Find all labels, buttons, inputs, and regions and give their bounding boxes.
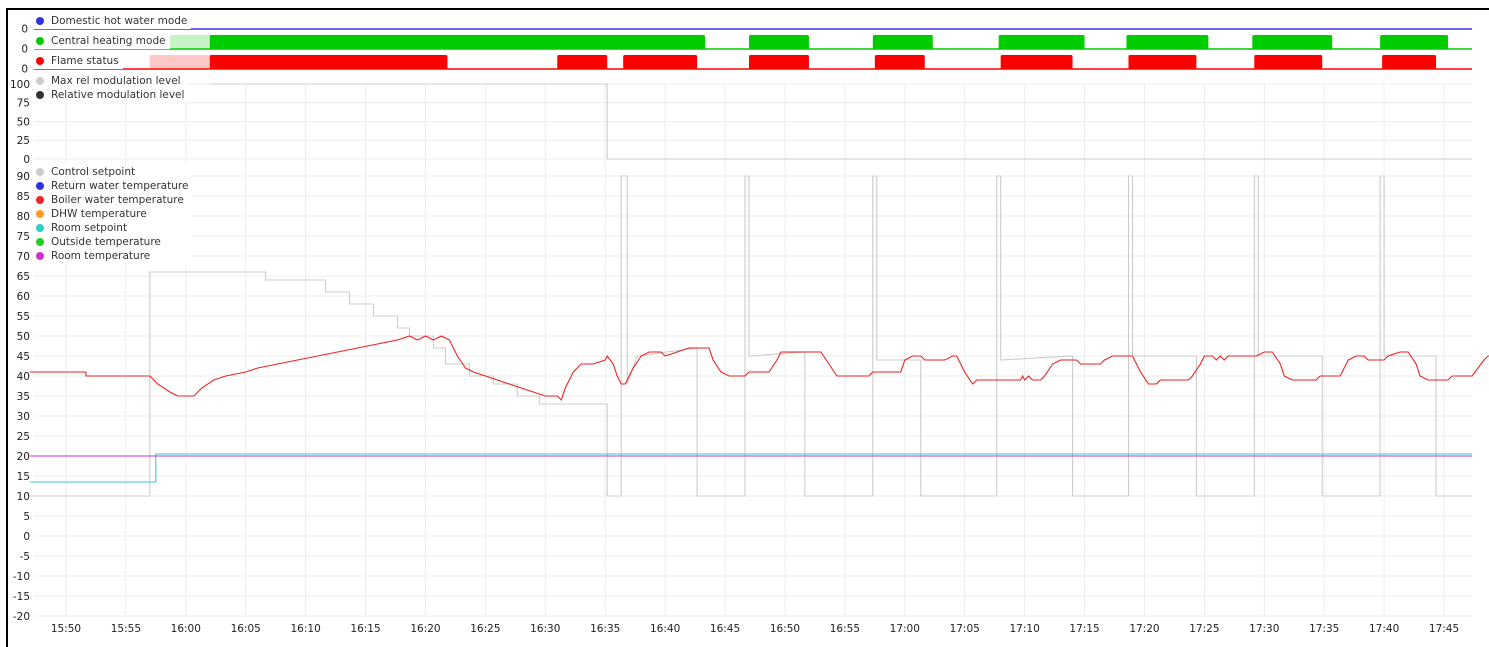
- x-tick-label: 17:25: [1189, 623, 1219, 635]
- panel-flame: 0: [21, 55, 1472, 76]
- y-tick-label: 35: [17, 391, 30, 403]
- y-tick-label: 20: [17, 451, 30, 463]
- x-tick-label: 15:55: [111, 623, 141, 635]
- state-bar: [749, 35, 809, 49]
- x-tick-label: 16:25: [470, 623, 500, 635]
- x-tick-label: 15:50: [51, 623, 81, 635]
- state-bar: [874, 55, 925, 69]
- state-bar: [1252, 35, 1333, 49]
- state-bar: [209, 55, 448, 69]
- chart-frame: 15:50 15:55 16:00 16:05 16:10 16:15 16:20 16:25…: [0, 0, 1489, 647]
- y-tick-label: 10: [17, 491, 30, 503]
- x-axis-labels: 15:50 15:55 16:00 16:05 16:10 16:15 16:20 16:25…: [51, 623, 1459, 635]
- frame-border-left: [6, 8, 8, 647]
- y-tick-label: 5: [23, 511, 30, 523]
- y-tick-label: 30: [17, 411, 30, 423]
- y-tick-label: 0: [23, 154, 30, 166]
- y-tick-label: 75: [17, 98, 30, 110]
- x-tick-label: 17:45: [1429, 623, 1459, 635]
- y-tick-label: 0: [21, 44, 28, 56]
- state-bar: [1000, 55, 1073, 69]
- x-tick-label: 17:35: [1309, 623, 1339, 635]
- y-tick-label: 70: [17, 251, 30, 263]
- y-tick-label: 0: [21, 24, 28, 36]
- series-line-room-setpoint: [30, 453, 1472, 483]
- y-tick-label: 15: [17, 471, 30, 483]
- state-bar: [209, 35, 706, 49]
- state-bar-faded: [149, 55, 210, 69]
- series-line-boiler-water-temperature: [30, 335, 1489, 402]
- y-tick-label: 65: [17, 271, 30, 283]
- state-bar: [872, 35, 933, 49]
- x-tick-label: 17:00: [890, 623, 920, 635]
- y-tick-label: 100: [10, 79, 30, 91]
- y-tick-label: 50: [17, 331, 30, 343]
- state-bar: [557, 55, 608, 69]
- x-tick-label: 17:10: [1009, 623, 1039, 635]
- x-tick-label: 17:20: [1129, 623, 1159, 635]
- y-tick-label: 0: [23, 531, 30, 543]
- y-tick-label: 90: [17, 171, 30, 183]
- state-bar: [1126, 35, 1209, 49]
- x-tick-label: 16:10: [290, 623, 320, 635]
- x-tick-label: 16:20: [410, 623, 440, 635]
- state-bar: [1254, 55, 1323, 69]
- x-tick-label: 17:05: [950, 623, 980, 635]
- x-tick-label: 17:40: [1369, 623, 1399, 635]
- chart-canvas: 15:50 15:55 16:00 16:05 16:10 16:15 16:20 16:25…: [10, 24, 1489, 635]
- y-tick-label: 85: [17, 191, 30, 203]
- state-bar: [1382, 55, 1437, 69]
- y-tick-label: -5: [20, 551, 30, 563]
- x-tick-label: 16:50: [770, 623, 800, 635]
- y-tick-label: -15: [13, 591, 30, 603]
- panel-temperature: -20 -15 -10 -5 0 5 10 15 20 25 30 35 40 45 50 55 60 65 70 7…: [13, 171, 1489, 623]
- panel-domestic-hot-water: 0: [21, 24, 1472, 36]
- x-tick-label: 16:05: [231, 623, 261, 635]
- y-tick-label: 55: [17, 311, 30, 323]
- y-tick-label: 25: [17, 431, 30, 443]
- x-tick-label: 16:55: [830, 623, 860, 635]
- y-tick-label: 50: [17, 116, 30, 128]
- state-bar: [1128, 55, 1197, 69]
- y-tick-label: 80: [17, 211, 30, 223]
- state-bar: [1380, 35, 1449, 49]
- x-tick-label: 17:15: [1069, 623, 1099, 635]
- y-tick-label: 0: [21, 64, 28, 76]
- x-tick-label: 16:00: [171, 623, 201, 635]
- y-tick-label: 60: [17, 291, 30, 303]
- y-tick-label: -20: [13, 611, 30, 623]
- panel-modulation: 0 25 50 75 100: [10, 79, 1472, 166]
- x-tick-label: 16:15: [350, 623, 380, 635]
- state-bar: [623, 55, 698, 69]
- y-tick-label: 45: [17, 351, 30, 363]
- y-tick-label: 75: [17, 231, 30, 243]
- x-tick-label: 16:35: [590, 623, 620, 635]
- y-tick-label: 40: [17, 371, 30, 383]
- state-bar: [998, 35, 1085, 49]
- state-bar-faded: [149, 35, 210, 49]
- x-tick-label: 16:45: [710, 623, 740, 635]
- x-tick-label: 17:30: [1249, 623, 1279, 635]
- y-tick-label: 25: [17, 135, 30, 147]
- y-tick-label: -10: [13, 571, 30, 583]
- x-tick-label: 16:40: [650, 623, 680, 635]
- panel-central-heating: 0: [21, 35, 1472, 56]
- state-bar: [749, 55, 809, 69]
- x-tick-label: 16:30: [530, 623, 560, 635]
- frame-border-top: [6, 8, 1489, 10]
